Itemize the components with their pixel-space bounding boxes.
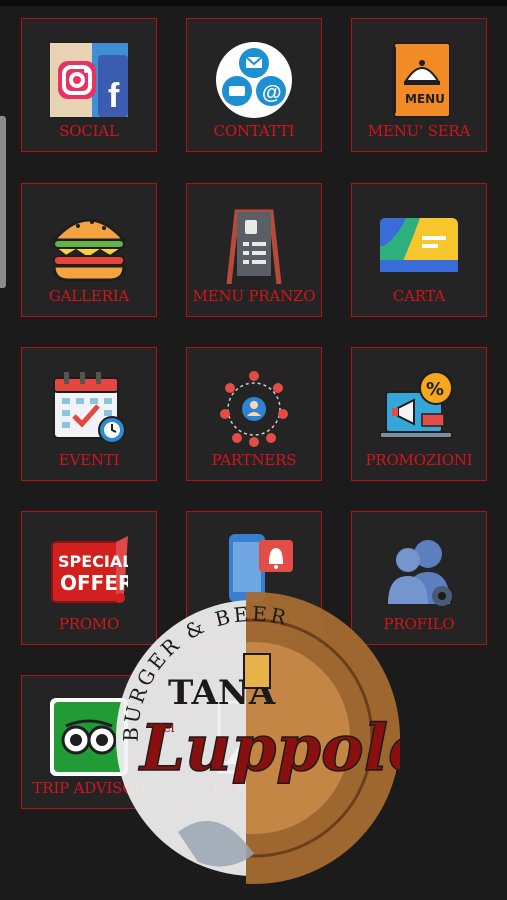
tile-trip-advisor[interactable]: TRIP ADVISOR [21, 675, 157, 809]
promotion-icon: % [379, 370, 458, 448]
svg-text:@: @ [262, 82, 282, 104]
tile-promozioni[interactable]: % PROMOZIONI [351, 347, 487, 481]
tile-menu-pranzo[interactable]: MENU PRANZO [186, 183, 322, 317]
notification-icon [215, 534, 293, 612]
tile-label: GALLERIA [48, 287, 130, 305]
tripadvisor-icon [50, 698, 128, 776]
calendar-icon [50, 370, 128, 448]
status-bar [0, 0, 507, 6]
special-offer-icon: SPECIAL OFFER [50, 534, 133, 612]
social-icon: f [50, 41, 128, 119]
tile-profilo[interactable]: PROFILO [351, 511, 487, 645]
tile-carta[interactable]: CARTA [351, 183, 487, 317]
svg-text:MENU: MENU [405, 92, 445, 106]
tile-label: PROFILO [383, 615, 455, 633]
image-icon [215, 698, 293, 776]
tile-label: SOCIAL [59, 122, 119, 140]
svg-text:OFFER: OFFER [60, 571, 128, 595]
tile-label: MENU' SERA [367, 122, 471, 140]
svg-text:del: del [156, 721, 175, 735]
svg-text:f: f [108, 77, 120, 115]
tile-notifiche[interactable]: NOTIFICHE [186, 511, 322, 645]
tile-contatti[interactable]: @ CONTATTI [186, 18, 322, 152]
tile-label: PARTNERS [211, 451, 297, 469]
dinner-menu-icon: MENU [380, 41, 458, 119]
tile-menu-sera[interactable]: MENU MENU' SERA [351, 18, 487, 152]
tile-label: CARTA [392, 287, 446, 305]
network-icon [215, 370, 293, 448]
tile-label: PROMO [58, 615, 120, 633]
tile-eventi[interactable]: EVENTI [21, 347, 157, 481]
menu-board-icon [215, 206, 293, 285]
svg-text:%: % [426, 379, 444, 400]
tile-galleria[interactable]: GALLERIA [21, 183, 157, 317]
tile-partners[interactable]: PARTNERS [186, 347, 322, 481]
tile-label: TRIP ADVISOR [32, 779, 146, 797]
tile-promo[interactable]: SPECIAL OFFER PROMO [21, 511, 157, 645]
tile-label: IMMAGINI [212, 779, 296, 797]
tile-label: PROMOZIONI [365, 451, 473, 469]
scroll-indicator[interactable] [0, 116, 6, 288]
contacts-icon: @ [215, 41, 293, 119]
tile-immagini[interactable]: IMMAGINI [186, 675, 322, 809]
tile-label: NOTIFICHE [208, 615, 300, 633]
profile-icon [380, 534, 458, 612]
tile-label: EVENTI [58, 451, 120, 469]
svg-text:SPECIAL: SPECIAL [58, 552, 128, 571]
tile-label: CONTATTI [213, 122, 295, 140]
tile-social[interactable]: f SOCIAL [21, 18, 157, 152]
burger-icon [50, 206, 128, 284]
card-icon [380, 206, 458, 284]
tile-label: MENU PRANZO [192, 287, 316, 305]
